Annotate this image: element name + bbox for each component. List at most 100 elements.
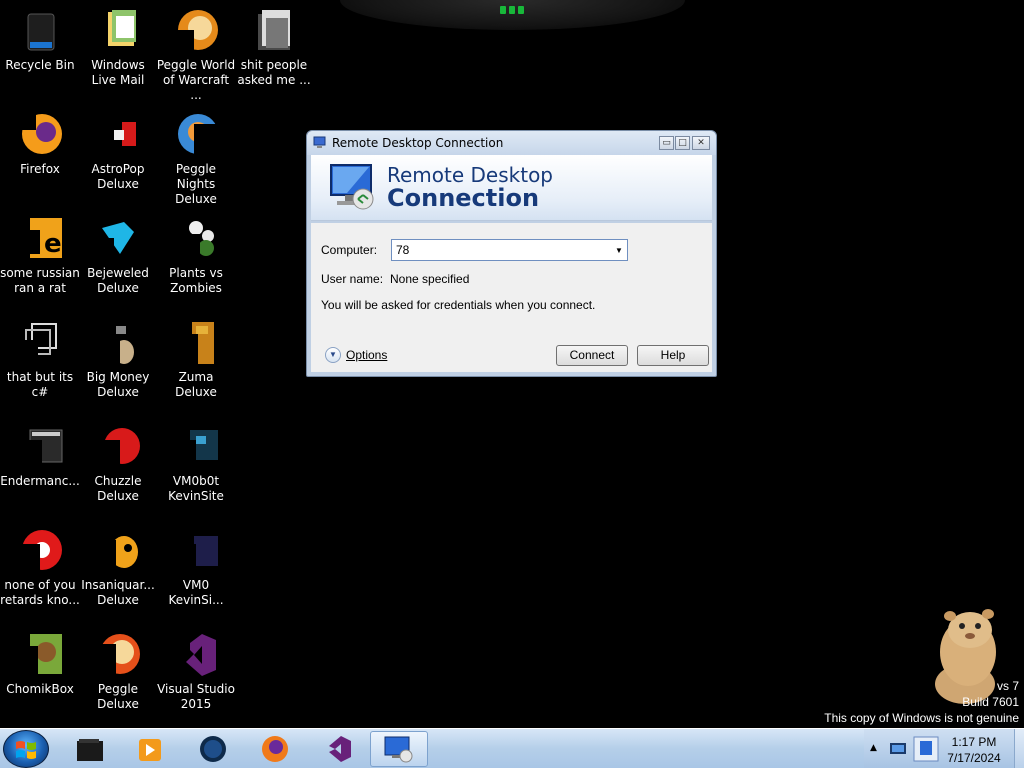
taskbar: ▲ 1:17 PM 7/17/2024 <box>0 728 1024 768</box>
chevron-down-icon[interactable]: ▼ <box>611 240 627 260</box>
folder-icon <box>16 318 64 366</box>
desktop-icon-label: Chuzzle Deluxe <box>94 474 142 503</box>
desktop-icon-none-of-you[interactable]: none of you retards kno... <box>0 520 80 620</box>
big-money-icon <box>94 318 142 366</box>
options-toggle[interactable]: ▼ Options <box>325 347 387 363</box>
banner-line-2: Connection <box>387 184 540 212</box>
minimize-button[interactable]: ▭ <box>659 136 674 150</box>
desktop-icon-russian-rat[interactable]: e some russian ran a rat <box>0 208 80 308</box>
taskbar-globe-icon[interactable] <box>184 731 242 767</box>
desktop-icon-zuma[interactable]: Zuma Deluxe <box>156 312 236 412</box>
dialog-banner: Remote Desktop Connection <box>311 155 712 221</box>
peggle-nights-icon <box>172 110 220 158</box>
desktop-icon-label: Zuma Deluxe <box>175 370 217 399</box>
top-gadget <box>340 0 685 30</box>
credentials-note: You will be asked for credentials when y… <box>321 298 596 312</box>
maximize-button[interactable]: □ <box>675 136 690 150</box>
username-label: User name: <box>321 272 384 286</box>
show-desktop-button[interactable] <box>1014 729 1024 768</box>
chuzzle-icon <box>94 422 142 470</box>
clock-date: 7/17/2024 <box>947 751 1001 765</box>
clock-time: 1:17 PM <box>951 735 997 749</box>
show-hidden-icons-icon[interactable]: ▲ <box>870 743 877 753</box>
computer-input[interactable]: 78 <box>392 243 611 257</box>
monitor-icon <box>327 163 379 216</box>
desktop-icon-peggle-deluxe[interactable]: Peggle Deluxe <box>78 624 158 724</box>
vm0-icon <box>172 526 220 574</box>
desktop-icon-label: Peggle Nights Deluxe <box>175 162 217 206</box>
desktop-icon-label: Insaniquar... Deluxe <box>81 578 155 607</box>
desktop-icon-endermanc[interactable]: Endermanc... <box>0 416 80 516</box>
taskbar-visual-studio-icon[interactable] <box>308 731 366 767</box>
watermark-line-2: Build 7601 <box>962 695 1019 709</box>
peggle-icon <box>172 6 220 54</box>
desktop-icon-label: AstroPop Deluxe <box>91 162 145 191</box>
gadget-light <box>498 6 526 16</box>
endermanc-icon <box>16 422 64 470</box>
watermark-line-1: vs 7 <box>996 679 1019 693</box>
zuma-icon <box>172 318 220 366</box>
desktop-icon-label: Recycle Bin <box>5 58 75 72</box>
astropop-icon <box>94 110 142 158</box>
desktop-icon-label: VM0 KevinSi... <box>168 578 224 607</box>
start-button[interactable] <box>3 730 49 768</box>
desktop-icon-label: Endermanc... <box>0 474 80 488</box>
taskbar-firefox-icon[interactable] <box>246 731 304 767</box>
desktop-icon-label: Peggle Deluxe <box>97 682 139 711</box>
desktop-icon-insaniquarium[interactable]: Insaniquar... Deluxe <box>78 520 158 620</box>
desktop-icon-recycle-bin[interactable]: Recycle Bin <box>0 0 80 100</box>
desktop-icon-plants-vs-zombies[interactable]: Plants vs Zombies <box>156 208 236 308</box>
svg-text:e: e <box>44 229 62 259</box>
desktop-icon-windows-live-mail[interactable]: Windows Live Mail <box>78 0 158 100</box>
rdc-title-icon <box>313 135 327 152</box>
taskbar-remote-desktop-icon[interactable] <box>370 731 428 767</box>
watermark-line-3: This copy of Windows is not genuine <box>824 711 1019 725</box>
desktop-icon-label: Windows Live Mail <box>91 58 145 87</box>
desktop-icon-that-but-csharp[interactable]: that but its c# <box>0 312 80 412</box>
desktop-icon-vm0b0t[interactable]: VM0b0t KevinSite <box>156 416 236 516</box>
peggle-deluxe-icon <box>94 630 142 678</box>
desktop-icon-label: ChomikBox <box>6 682 74 696</box>
chomikbox-icon <box>16 630 64 678</box>
chevron-down-icon: ▼ <box>325 347 341 363</box>
dialog-body: Computer: 78 ▼ User name: None specified… <box>311 223 712 372</box>
desktop-icon-label: some russian ran a rat <box>0 266 80 295</box>
desktop-icon-label: Peggle World of Warcraft ... <box>156 58 236 102</box>
system-clock[interactable]: 1:17 PM 7/17/2024 <box>944 734 1004 766</box>
taskbar-media-player-icon[interactable] <box>120 731 178 767</box>
desktop-icon-astropop[interactable]: AstroPop Deluxe <box>78 104 158 204</box>
action-center-icon[interactable] <box>912 735 940 766</box>
desktop-icon-label: that but its c# <box>6 370 74 399</box>
vm0b0t-icon <box>172 422 220 470</box>
close-button[interactable]: ✕ <box>692 136 710 150</box>
desktop-icon-peggle-nights[interactable]: Peggle Nights Deluxe <box>156 104 236 206</box>
computer-label: Computer: <box>321 243 378 257</box>
desktop-icon-chomikbox[interactable]: ChomikBox <box>0 624 80 724</box>
desktop-icon-label: none of you retards kno... <box>0 578 80 607</box>
mail-icon <box>94 6 142 54</box>
desktop-icon-folder[interactable]: shit people asked me ... <box>234 0 314 100</box>
desktop-icon-big-money[interactable]: Big Money Deluxe <box>78 312 158 412</box>
network-icon[interactable] <box>888 739 908 762</box>
desktop-icon-chuzzle[interactable]: Chuzzle Deluxe <box>78 416 158 516</box>
taskbar-recycle-bin-icon[interactable] <box>60 731 118 767</box>
folder-icon <box>250 6 298 54</box>
dialog-titlebar[interactable]: Remote Desktop Connection <box>307 131 716 155</box>
bejeweled-icon <box>94 214 142 262</box>
recycle-bin-icon <box>16 6 64 54</box>
desktop-icon-label: VM0b0t KevinSite <box>168 474 224 503</box>
desktop-icon-visual-studio[interactable]: Visual Studio 2015 <box>156 624 236 724</box>
help-button[interactable]: Help <box>637 345 709 366</box>
desktop-icon-peggle-wow[interactable]: Peggle World of Warcraft ... <box>156 0 236 102</box>
desktop-icon-vm0[interactable]: VM0 KevinSi... <box>156 520 236 620</box>
connect-button[interactable]: Connect <box>556 345 628 366</box>
desktop-icon-firefox[interactable]: Firefox <box>0 104 80 204</box>
desktop-icon-bejeweled[interactable]: Bejeweled Deluxe <box>78 208 158 308</box>
notification-area: ▲ 1:17 PM 7/17/2024 <box>864 729 1024 768</box>
dialog-title: Remote Desktop Connection <box>332 136 504 150</box>
desktop-icon-label: Visual Studio 2015 <box>157 682 235 711</box>
username-value: None specified <box>390 272 470 286</box>
windows-logo-icon <box>16 741 36 759</box>
computer-combobox[interactable]: 78 ▼ <box>391 239 628 261</box>
options-label: Options <box>346 348 388 362</box>
